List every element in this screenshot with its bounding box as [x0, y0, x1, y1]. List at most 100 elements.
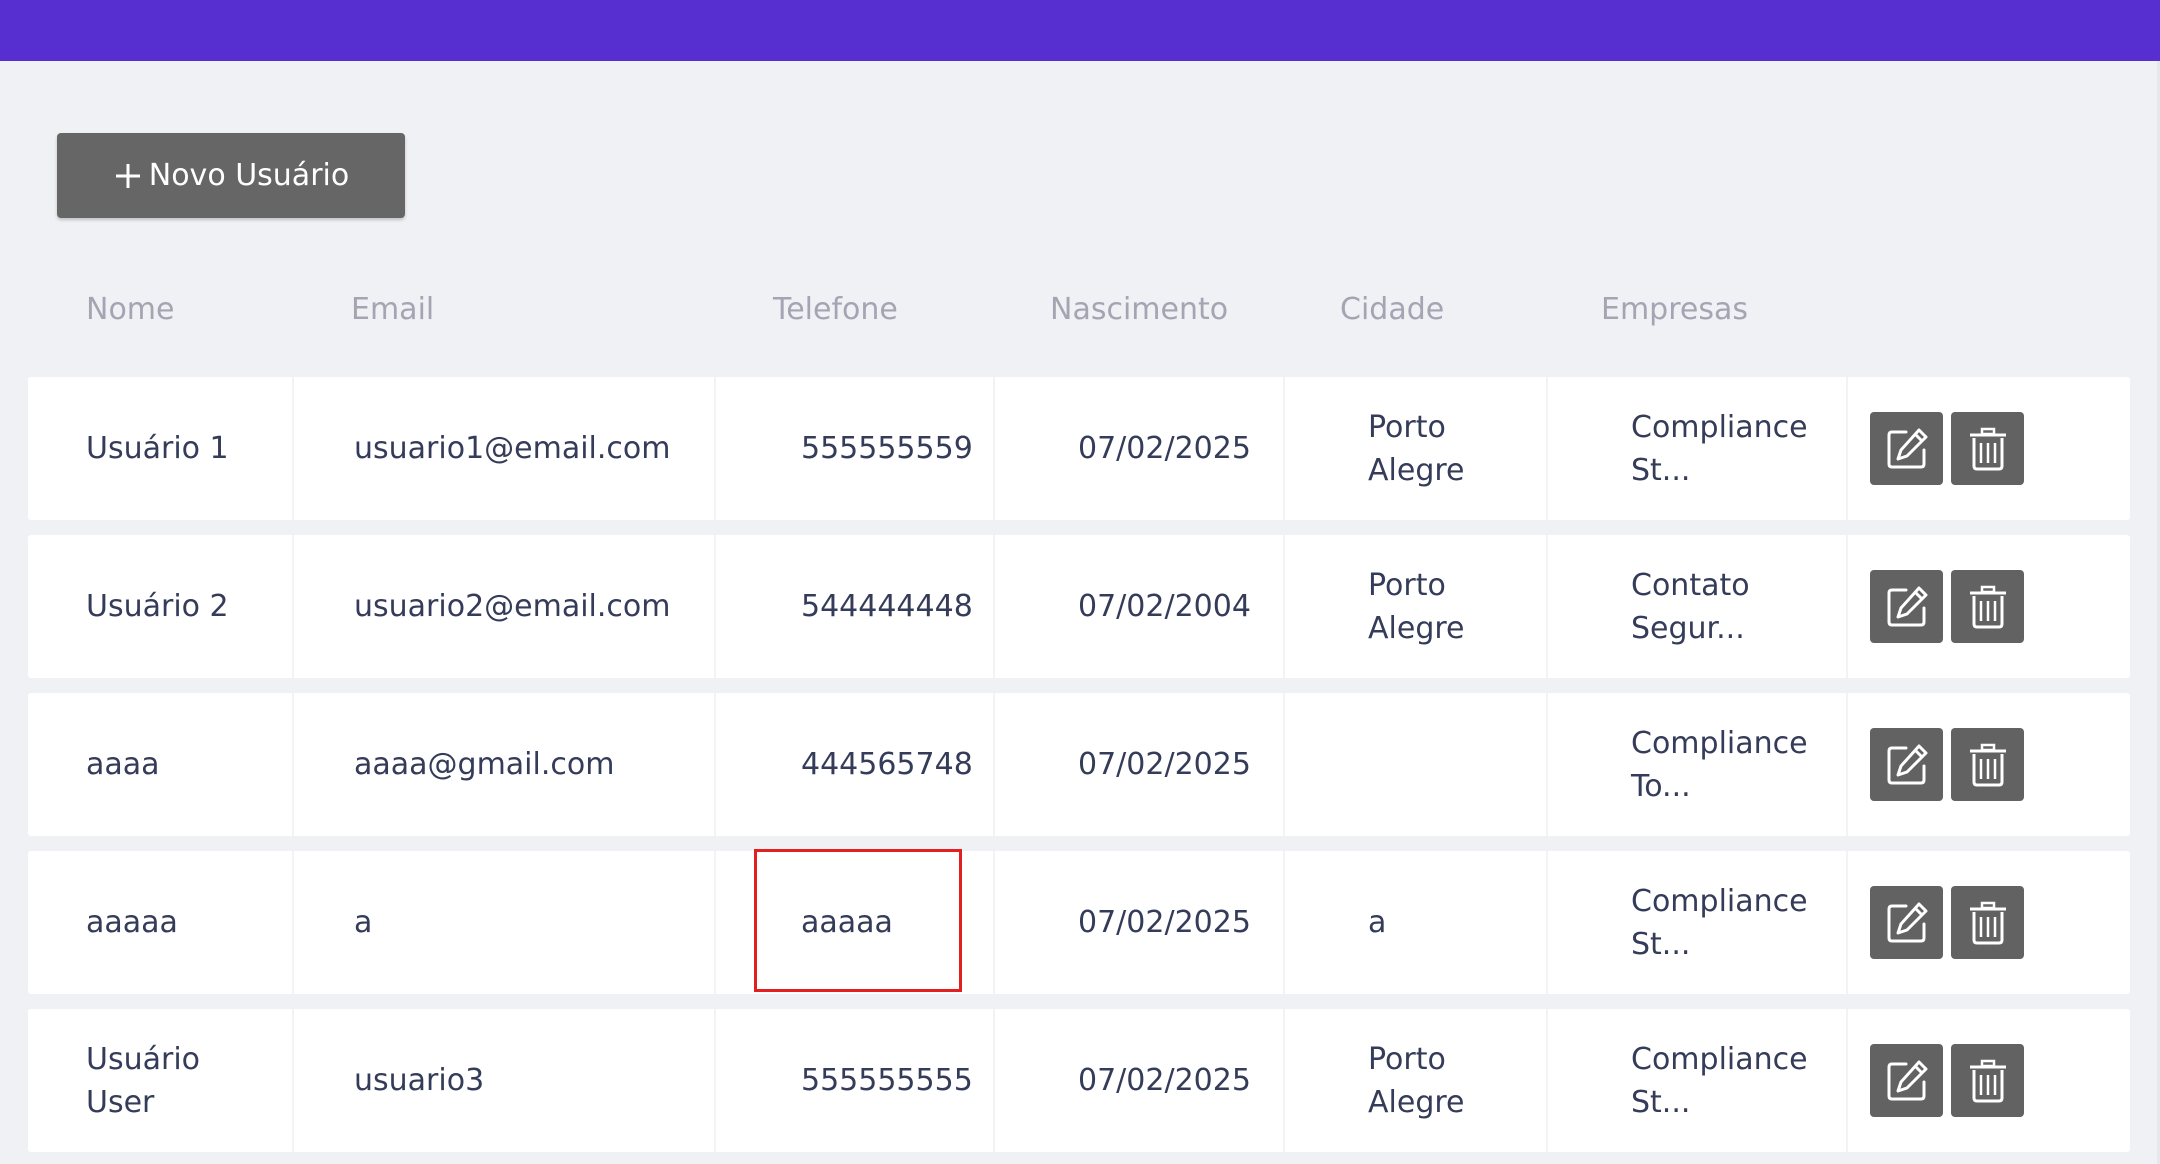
- telefone-value: 555555559: [801, 431, 973, 466]
- cell-email: aaaa@gmail.com: [294, 693, 716, 836]
- nome-line: User: [86, 1084, 155, 1120]
- edit-button[interactable]: [1870, 412, 1943, 485]
- top-bar: [0, 0, 2160, 61]
- cell-actions: [1848, 377, 2130, 520]
- trash-icon: [1969, 743, 2006, 786]
- cell-empresas: Compliance St...: [1548, 377, 1848, 520]
- nascimento-value: 07/02/2025: [1078, 1063, 1251, 1098]
- table-row[interactable]: Usuário User usuario3 555555555 07/02/202…: [28, 1009, 2130, 1152]
- cell-empresas: Compliance To...: [1548, 693, 1848, 836]
- cell-email: usuario3: [294, 1009, 716, 1152]
- email-value: aaaa@gmail.com: [354, 747, 615, 782]
- cell-actions: [1848, 1009, 2130, 1152]
- nascimento-value: 07/02/2025: [1078, 905, 1251, 940]
- cidade-line: Porto: [1368, 567, 1446, 603]
- delete-button[interactable]: [1951, 570, 2024, 643]
- cell-cidade: Porto Alegre: [1285, 535, 1548, 678]
- table-row[interactable]: aaaaa a aaaaa 07/02/2025 a Compliance St.…: [28, 851, 2130, 994]
- cell-nome: aaaa: [28, 693, 294, 836]
- nome-line: Usuário 1: [86, 431, 229, 466]
- email-value: a: [354, 905, 373, 940]
- email-value: usuario3: [354, 1063, 485, 1098]
- header-cidade[interactable]: Cidade: [1340, 292, 1444, 327]
- cell-email: usuario2@email.com: [294, 535, 716, 678]
- edit-button[interactable]: [1870, 728, 1943, 801]
- trash-icon: [1969, 427, 2006, 470]
- edit-icon: [1887, 1060, 1927, 1100]
- email-value: usuario1@email.com: [354, 431, 671, 466]
- cidade-line: Alegre: [1368, 610, 1465, 646]
- new-user-label: Novo Usuário: [148, 158, 350, 193]
- delete-button[interactable]: [1951, 728, 2024, 801]
- edit-icon: [1887, 744, 1927, 784]
- cell-nome: aaaaa: [28, 851, 294, 994]
- cell-nome: Usuário 2: [28, 535, 294, 678]
- table-header: Nome Email Telefone Nascimento Cidade Em…: [0, 270, 2160, 350]
- cell-email: usuario1@email.com: [294, 377, 716, 520]
- cell-telefone: 555555555: [716, 1009, 995, 1152]
- cell-telefone: 544444448: [716, 535, 995, 678]
- cell-empresas: Contato Segur...: [1548, 535, 1848, 678]
- cell-empresas: Compliance St...: [1548, 1009, 1848, 1152]
- header-telefone[interactable]: Telefone: [773, 292, 898, 327]
- header-empresas[interactable]: Empresas: [1601, 292, 1748, 327]
- telefone-value: 555555555: [801, 1063, 973, 1098]
- cell-telefone: 444565748: [716, 693, 995, 836]
- cell-nascimento: 07/02/2025: [995, 693, 1285, 836]
- cell-nascimento: 07/02/2025: [995, 851, 1285, 994]
- trash-icon: [1969, 1059, 2006, 1102]
- empresas-line: Compliance: [1631, 409, 1808, 445]
- edit-button[interactable]: [1870, 570, 1943, 643]
- delete-button[interactable]: [1951, 412, 2024, 485]
- cell-nascimento: 07/02/2025: [995, 377, 1285, 520]
- delete-button[interactable]: [1951, 886, 2024, 959]
- empresas-line: St...: [1631, 1084, 1691, 1120]
- cidade-line: Alegre: [1368, 1084, 1465, 1120]
- cell-actions: [1848, 851, 2130, 994]
- nascimento-value: 07/02/2025: [1078, 431, 1251, 466]
- trash-icon: [1969, 901, 2006, 944]
- new-user-button[interactable]: Novo Usuário: [57, 133, 405, 218]
- edit-icon: [1887, 586, 1927, 626]
- page: Novo Usuário Nome Email Telefone Nascime…: [0, 0, 2160, 1164]
- cell-cidade: Porto Alegre: [1285, 1009, 1548, 1152]
- telefone-value: aaaaa: [801, 905, 893, 940]
- plus-icon: [115, 163, 140, 188]
- edit-icon: [1887, 428, 1927, 468]
- cidade-line: Porto: [1368, 1041, 1446, 1077]
- cell-cidade: a: [1285, 851, 1548, 994]
- table-row[interactable]: Usuário 1 usuario1@email.com 555555559 0…: [28, 377, 2130, 520]
- cell-telefone: aaaaa: [716, 851, 995, 994]
- cell-nascimento: 07/02/2025: [995, 1009, 1285, 1152]
- trash-icon: [1969, 585, 2006, 628]
- nascimento-value: 07/02/2004: [1078, 589, 1251, 624]
- cell-email: a: [294, 851, 716, 994]
- empresas-line: Compliance: [1631, 725, 1808, 761]
- edit-icon: [1887, 902, 1927, 942]
- nome-line: aaaaa: [86, 905, 178, 940]
- cell-nascimento: 07/02/2004: [995, 535, 1285, 678]
- empresas-line: Contato: [1631, 567, 1750, 603]
- table-row[interactable]: Usuário 2 usuario2@email.com 544444448 0…: [28, 535, 2130, 678]
- cell-nome: Usuário User: [28, 1009, 294, 1152]
- delete-button[interactable]: [1951, 1044, 2024, 1117]
- cell-nome: Usuário 1: [28, 377, 294, 520]
- header-nome[interactable]: Nome: [86, 292, 174, 327]
- nascimento-value: 07/02/2025: [1078, 747, 1251, 782]
- telefone-value: 444565748: [801, 747, 973, 782]
- table-row[interactable]: aaaa aaaa@gmail.com 444565748 07/02/2025…: [28, 693, 2130, 836]
- cidade-line: a: [1368, 905, 1387, 940]
- cell-cidade: Porto Alegre: [1285, 377, 1548, 520]
- empresas-line: Segur...: [1631, 610, 1745, 646]
- edit-button[interactable]: [1870, 1044, 1943, 1117]
- cell-cidade: [1285, 693, 1548, 836]
- email-value: usuario2@email.com: [354, 589, 671, 624]
- cidade-line: Porto: [1368, 409, 1446, 445]
- header-email[interactable]: Email: [351, 292, 434, 327]
- cell-actions: [1848, 693, 2130, 836]
- header-nascimento[interactable]: Nascimento: [1050, 292, 1228, 327]
- cell-empresas: Compliance St...: [1548, 851, 1848, 994]
- cell-actions: [1848, 535, 2130, 678]
- edit-button[interactable]: [1870, 886, 1943, 959]
- empresas-line: To...: [1631, 768, 1691, 804]
